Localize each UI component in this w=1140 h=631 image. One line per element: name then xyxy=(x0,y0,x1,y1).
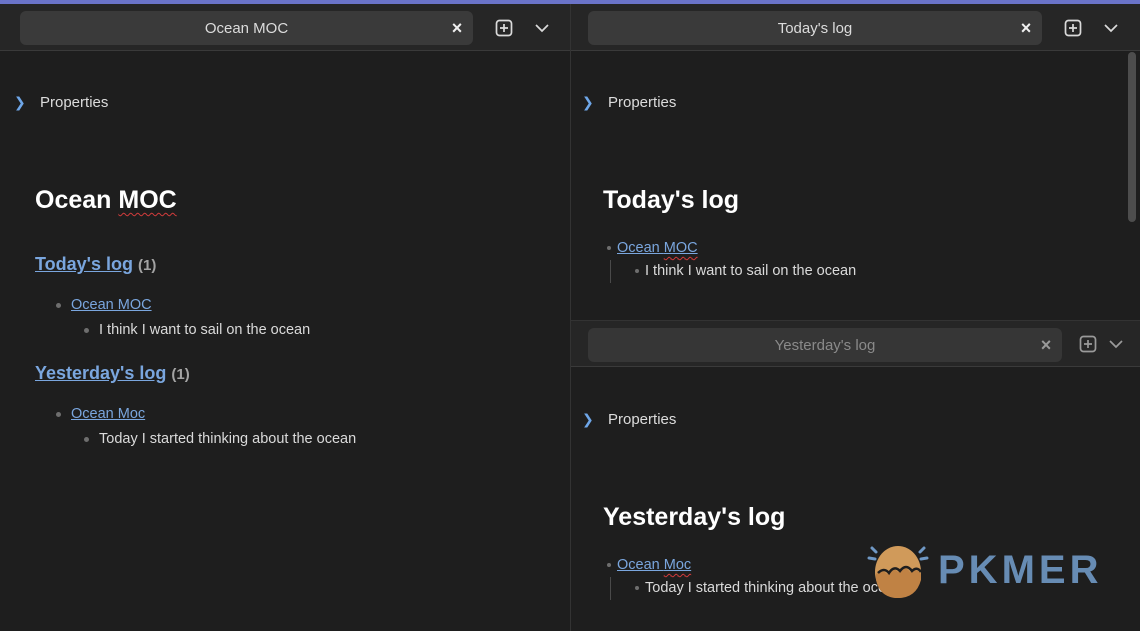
plus-square-icon xyxy=(1064,19,1082,37)
list-item: Today I started thinking about the ocean xyxy=(635,580,902,596)
new-tab-button[interactable] xyxy=(492,16,516,40)
tab-title: Yesterday's log xyxy=(774,336,876,354)
list-item-text: Today I started thinking about the ocean xyxy=(645,580,903,596)
chevron-right-icon: ❯ xyxy=(14,94,26,110)
properties-label: Properties xyxy=(40,94,109,111)
list-item: Ocean Moc xyxy=(607,557,691,573)
right-top-tab-bar: Today's log × xyxy=(571,4,1140,51)
spellcheck-word: Moc xyxy=(663,557,692,573)
plus-square-icon xyxy=(495,19,513,37)
list-item: Ocean Moc xyxy=(56,406,145,422)
spellcheck-word: MOC xyxy=(118,186,177,214)
tab-yesterdays-log[interactable]: Yesterday's log × xyxy=(588,328,1062,362)
section-heading-todays-log: Today's log (1) xyxy=(35,254,156,275)
chevron-right-icon: ❯ xyxy=(582,94,594,110)
page-title: Yesterday's log xyxy=(603,503,786,531)
tab-ocean-moc[interactable]: Ocean MOC × xyxy=(20,11,473,45)
bullet xyxy=(84,327,89,333)
note-link[interactable]: Ocean MOC xyxy=(617,240,698,256)
tab-title: Today's log xyxy=(777,19,853,37)
scrollbar[interactable] xyxy=(1128,52,1136,222)
tab-todays-log[interactable]: Today's log × xyxy=(588,11,1042,45)
right-top-pane: Today's log × ❯ Properties Today's log O… xyxy=(571,4,1140,320)
close-icon[interactable]: × xyxy=(1018,19,1034,37)
backlink-count: (1) xyxy=(171,366,190,383)
tab-list-button[interactable] xyxy=(530,16,554,40)
list-item: Today I started thinking about the ocean xyxy=(84,431,356,447)
close-icon[interactable]: × xyxy=(449,19,465,37)
spellcheck-word: MOC xyxy=(663,240,698,256)
new-tab-button[interactable] xyxy=(1076,332,1100,356)
bullet xyxy=(84,436,89,442)
right-bottom-tab-bar: Yesterday's log × xyxy=(571,321,1140,367)
indent-guide xyxy=(610,260,611,283)
page-title-text: Ocean MOC xyxy=(35,186,177,214)
close-icon[interactable]: × xyxy=(1038,336,1054,354)
properties-label: Properties xyxy=(608,411,677,428)
backlink-count: (1) xyxy=(137,257,157,274)
plus-square-icon xyxy=(1079,335,1097,353)
note-link[interactable]: Ocean MOC xyxy=(71,297,152,313)
chevron-right-icon: ❯ xyxy=(582,411,594,427)
new-tab-button[interactable] xyxy=(1061,16,1085,40)
chevron-down-icon xyxy=(535,24,549,33)
bullet xyxy=(56,411,61,417)
page-title: Ocean MOC xyxy=(35,186,177,215)
bullet xyxy=(635,586,639,590)
pkmer-logo-icon xyxy=(867,546,929,598)
properties-toggle[interactable]: ❯ Properties xyxy=(582,411,676,428)
list-item: Ocean MOC xyxy=(56,297,152,313)
watermark-text: PKMER xyxy=(938,547,1103,592)
tab-list-button[interactable] xyxy=(1104,332,1128,356)
bullet xyxy=(56,302,61,308)
list-item-text: I think I want to sail on the ocean xyxy=(99,322,311,338)
properties-toggle[interactable]: ❯ Properties xyxy=(582,94,676,111)
properties-label: Properties xyxy=(608,94,677,111)
heading-link[interactable]: Yesterday's log xyxy=(35,363,166,383)
list-item: Ocean MOC xyxy=(607,240,698,256)
left-pane: Ocean MOC × ❯ Properties Ocean MOC Today… xyxy=(0,4,570,631)
list-item: I think I want to sail on the ocean xyxy=(635,263,856,279)
left-tab-bar: Ocean MOC × xyxy=(0,4,570,51)
bullet xyxy=(635,269,639,273)
chevron-down-icon xyxy=(1109,340,1123,349)
heading-link[interactable]: Today's log xyxy=(35,254,133,274)
list-item-text: Today I started thinking about the ocean xyxy=(99,431,357,447)
list-item-text: I think I want to sail on the ocean xyxy=(645,263,857,279)
note-link[interactable]: Ocean Moc xyxy=(617,557,691,573)
page-title: Today's log xyxy=(603,186,740,214)
note-link[interactable]: Ocean Moc xyxy=(71,406,145,422)
bullet xyxy=(607,563,611,567)
tab-title: Ocean MOC xyxy=(204,19,289,37)
bullet xyxy=(607,246,611,250)
tab-list-button[interactable] xyxy=(1099,16,1123,40)
list-item: I think I want to sail on the ocean xyxy=(84,322,310,338)
indent-guide xyxy=(610,577,611,600)
section-heading-yesterdays-log: Yesterday's log (1) xyxy=(35,363,190,384)
pkmer-watermark: PKMER xyxy=(866,540,1102,600)
chevron-down-icon xyxy=(1104,24,1118,33)
properties-toggle[interactable]: ❯ Properties xyxy=(14,94,108,111)
